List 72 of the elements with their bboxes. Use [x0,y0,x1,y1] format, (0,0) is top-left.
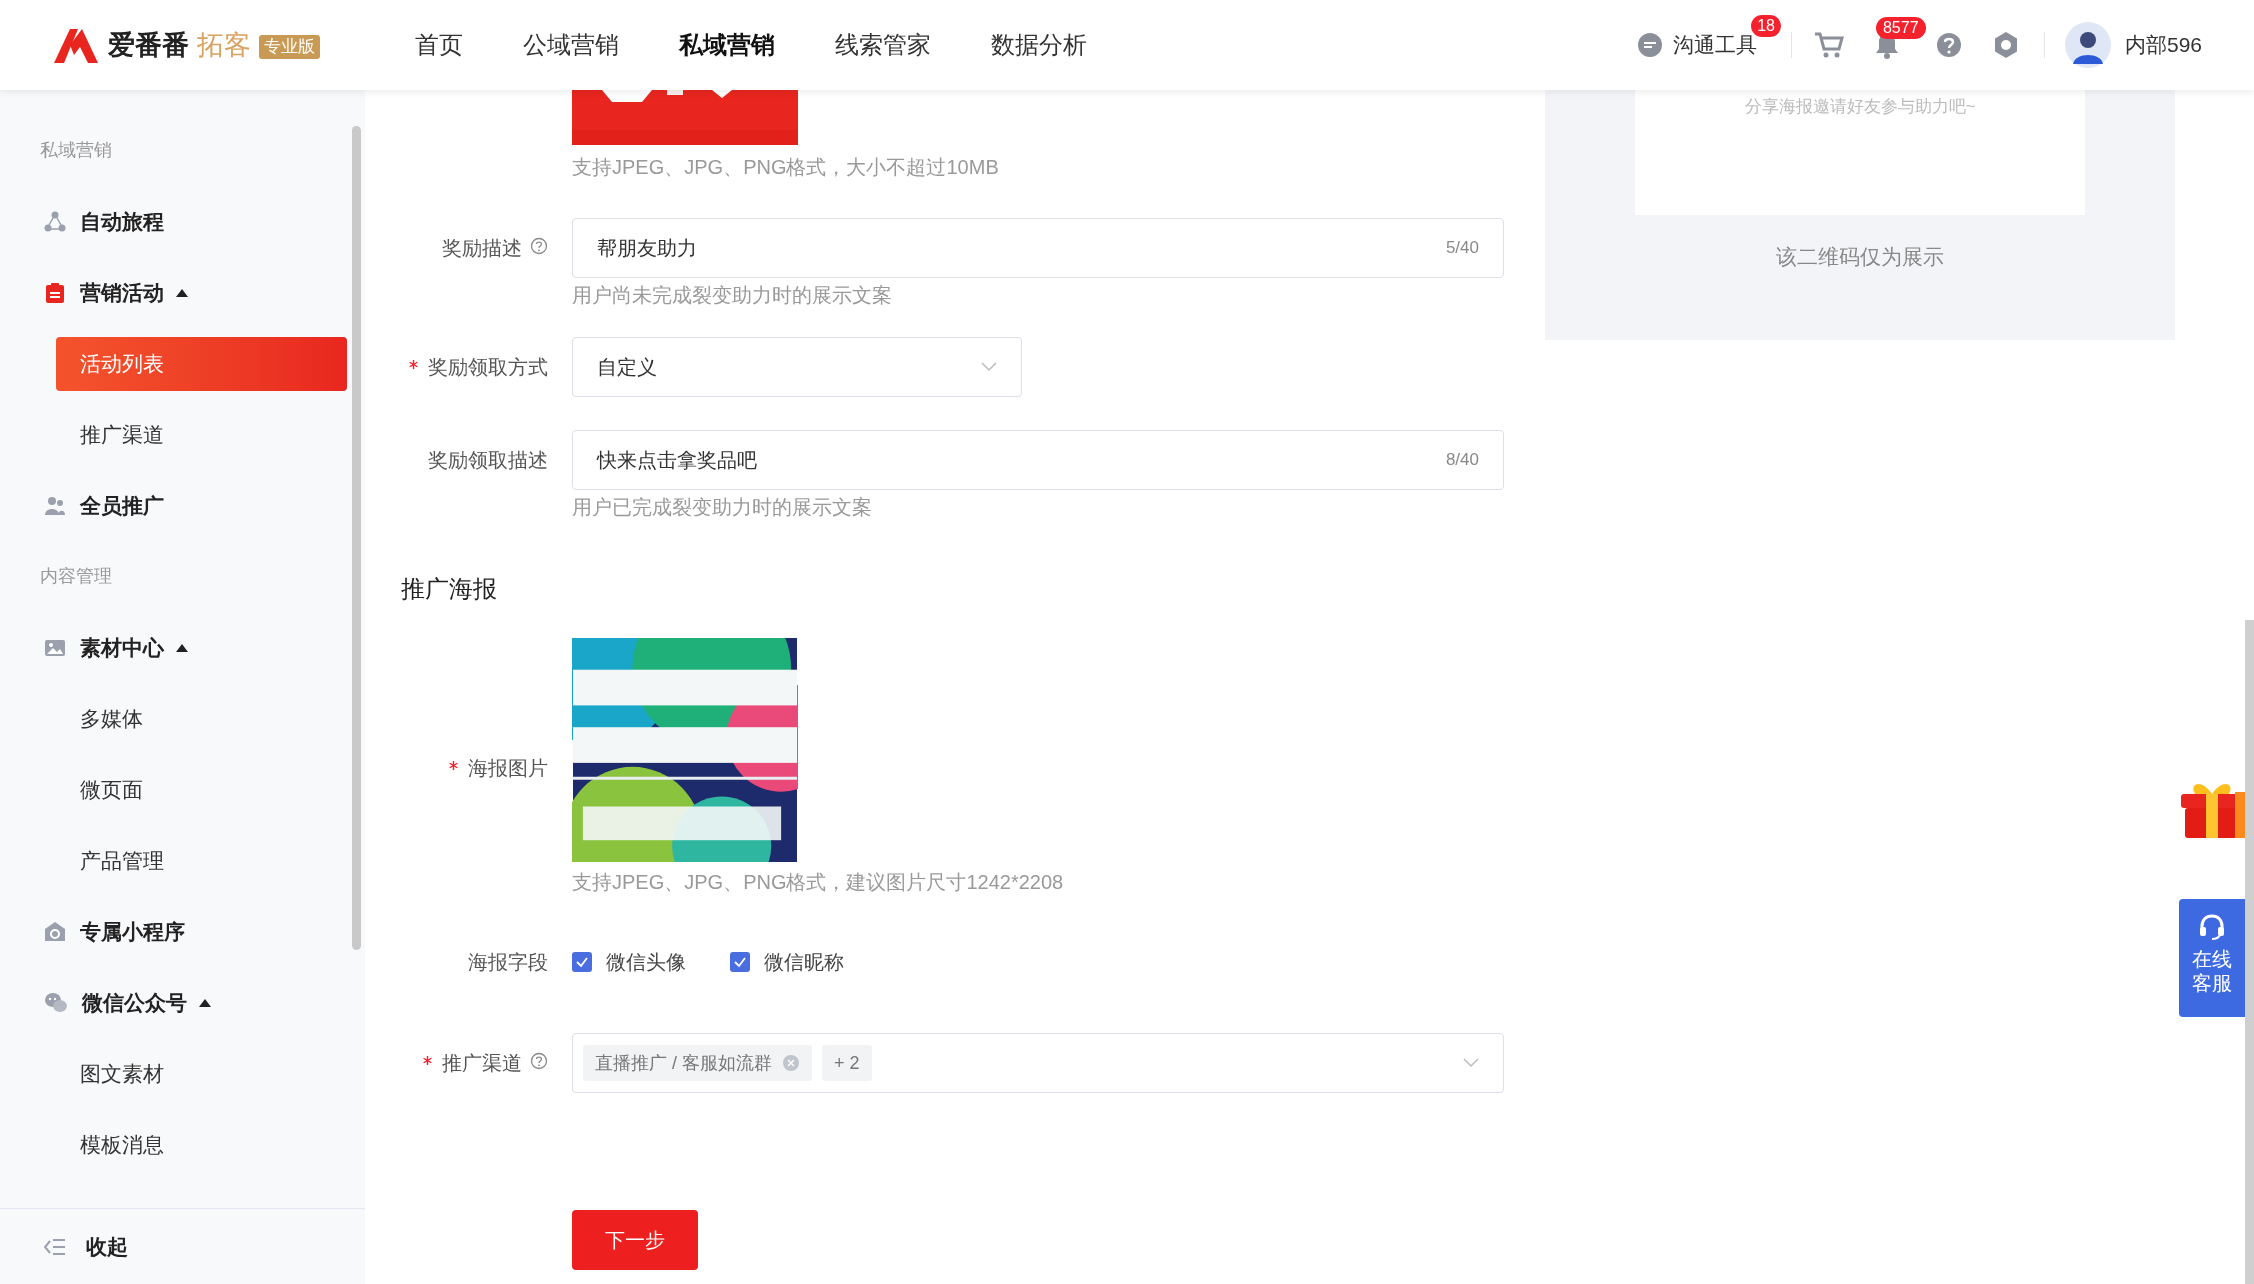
menu-icon [44,920,66,943]
char-count: 8/40 [1445,449,1479,472]
submenu-item[interactable]: 多媒体 [56,691,347,746]
hint-text: 用户已完成裂变助力时的展示文案 [572,495,873,520]
checkbox-option[interactable]: 微信昵称 [730,947,844,977]
nav-tab[interactable]: 公域营销 [523,27,619,63]
poster-caption: 分享海报邀请好友参与助力吧~ [1744,96,1976,118]
menu-icon [44,991,68,1014]
more-count: + 2 [822,1045,872,1081]
field-label: 海报图片 [468,756,548,781]
logo-name: 爱番番 [108,28,189,62]
check-icon [575,955,589,969]
submenu-item[interactable]: 活动列表 [56,336,347,391]
field-label: 奖励领取方式 [428,355,548,380]
chevron-down-icon [981,362,997,372]
remove-icon [782,1054,800,1072]
checkbox-option[interactable]: 微信头像 [572,947,686,977]
user-name: 内部596 [2124,32,2202,59]
submenu-item[interactable]: 微页面 [56,762,347,817]
section-heading: 内容管理 [40,565,112,588]
menu-item[interactable]: 全员推广 [44,489,164,522]
channel-tag: 直播推广 / 客服如流群 [583,1045,812,1081]
online-service-button[interactable]: 在线客服 [2179,899,2245,1017]
menu-icon [44,494,66,517]
menu-item[interactable]: 自动旅程 [44,205,164,238]
headset-icon [2198,913,2226,941]
nav-tab[interactable]: 线索管家 [835,27,931,63]
hint-text: 支持JPEG、JPG、PNG格式，大小不超过10MB [572,155,999,180]
field-label: 海报字段 [468,950,548,975]
menu-item[interactable]: 专属小程序 [44,915,185,948]
menu-icon [44,210,66,233]
section-title: 推广海报 [400,574,498,604]
edition-badge: 专业版 [259,35,320,59]
submenu-item[interactable]: 产品管理 [56,833,347,888]
checkbox[interactable] [572,952,592,972]
unread-badge: 18 [1751,15,1781,38]
scrollbar[interactable] [352,126,361,950]
avatar-icon [2064,22,2111,68]
hint-text: 支持JPEG、JPG、PNG格式，建议图片尺寸1242*2208 [572,870,1064,895]
help-icon [1935,32,1962,58]
char-count: 5/40 [1445,237,1479,260]
submenu-item[interactable]: 模板消息 [56,1117,347,1172]
qr-note: 该二维码仅为展示 [1776,244,1944,270]
section-heading: 私域营销 [40,139,112,162]
collapse-icon [44,1237,66,1256]
nav-tab[interactable]: 私域营销 [679,27,775,63]
next-button[interactable]: 下一步 [572,1210,698,1270]
notification-badge: 8577 [1875,17,1926,39]
chevron-down-icon [1463,1058,1479,1068]
nav-tab[interactable]: 数据分析 [991,27,1087,63]
menu-icon [44,281,66,304]
select-field[interactable]: 自定义 [572,337,1022,397]
text-field[interactable]: 快来点击拿奖品吧 8/40 [572,430,1504,490]
multi-select-field[interactable]: 直播推广 / 客服如流群 + 2 [572,1033,1504,1093]
field-label: 奖励描述 [442,236,522,261]
checkbox[interactable] [730,952,750,972]
submenu-item[interactable]: 图文素材 [56,1046,347,1101]
menu-item[interactable]: 营销活动 [44,276,188,309]
menu-item[interactable]: 微信公众号 [44,986,211,1019]
product-name: 拓客 [197,28,251,62]
scrollbar[interactable] [2245,620,2254,1284]
field-label: 奖励领取描述 [428,448,548,473]
submenu-item[interactable]: 推广渠道 [56,407,347,462]
field-label: 推广渠道 [442,1051,522,1076]
menu-item[interactable]: 素材中心 [44,631,188,664]
text-field[interactable]: 帮朋友助力 5/40 [572,218,1504,278]
hint-text: 用户尚未完成裂变助力时的展示文案 [572,283,893,308]
collapse-button[interactable]: 收起 [44,1230,128,1263]
cart-icon [1813,31,1844,59]
check-icon [733,955,747,969]
nav-tab[interactable]: 首页 [415,27,463,63]
chat-icon [1636,32,1663,58]
